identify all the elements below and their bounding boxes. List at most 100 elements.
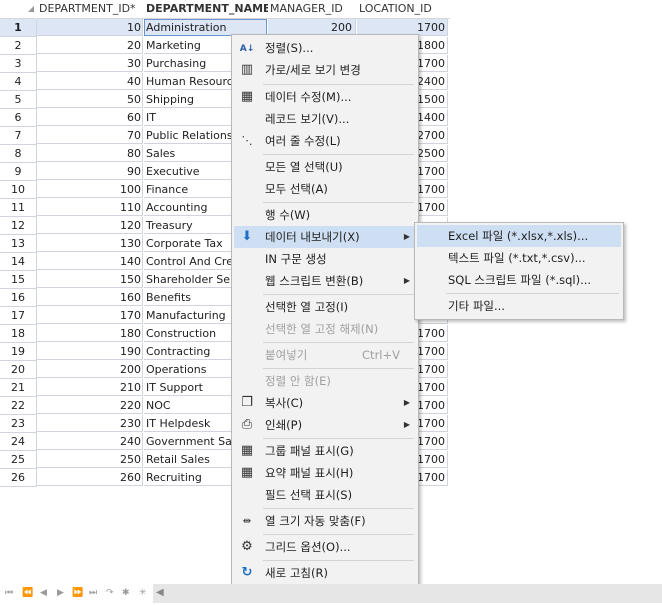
asterisk-icon[interactable]: ✱: [122, 588, 130, 598]
department-id-cell[interactable]: 260: [37, 469, 143, 486]
menu-item-show-field-chooser[interactable]: 필드 선택 표시(S): [234, 484, 416, 506]
menu-item-row-count[interactable]: 행 수(W): [234, 204, 416, 226]
menu-item-edit-data[interactable]: ▦ 데이터 수정(M)...: [234, 86, 416, 108]
export-other-item[interactable]: 기타 파일...: [417, 295, 621, 317]
menu-item-no-sort: 정렬 안 함(E): [234, 370, 416, 392]
row-number[interactable]: 8: [0, 145, 37, 163]
menu-item-view-record[interactable]: 레코드 보기(V)...: [234, 108, 416, 130]
menu-item-grid-options[interactable]: ⚙ 그리드 옵션(O)...: [234, 536, 416, 558]
refresh-nav-icon[interactable]: ↷: [106, 588, 114, 598]
department-id-cell[interactable]: 130: [37, 235, 143, 252]
department-id-cell[interactable]: 110: [37, 199, 143, 216]
corner-header[interactable]: ◢: [0, 0, 36, 19]
row-number[interactable]: 16: [0, 289, 37, 307]
department-id-cell[interactable]: 240: [37, 433, 143, 450]
last-record-icon[interactable]: ⏭: [89, 588, 97, 598]
menu-item-web-script[interactable]: 웹 스크립트 변환(B) ▶: [234, 270, 416, 292]
row-number[interactable]: 21: [0, 379, 37, 397]
department-id-cell[interactable]: 70: [37, 127, 143, 144]
row-number[interactable]: 23: [0, 415, 37, 433]
row-number[interactable]: 3: [0, 55, 37, 73]
row-number[interactable]: 11: [0, 199, 37, 217]
row-number[interactable]: 26: [0, 469, 37, 487]
menu-item-copy[interactable]: ❐ 복사(C) ▶: [234, 392, 416, 414]
menu-item-sort[interactable]: A↓ 정렬(S)...: [234, 37, 416, 59]
row-number[interactable]: 15: [0, 271, 37, 289]
department-id-cell[interactable]: 40: [37, 73, 143, 90]
row-number[interactable]: 5: [0, 91, 37, 109]
next-record-icon[interactable]: ▶: [57, 588, 64, 598]
department-id-cell[interactable]: 200: [37, 361, 143, 378]
row-number[interactable]: 19: [0, 343, 37, 361]
menu-item-refresh[interactable]: ↻ 새로 고침(R): [234, 562, 416, 584]
row-number[interactable]: 7: [0, 127, 37, 145]
menu-item-label: 레코드 보기(V)...: [265, 112, 350, 126]
department-id-cell[interactable]: 210: [37, 379, 143, 396]
gear-icon: ⚙: [241, 539, 253, 554]
prev-page-icon[interactable]: ⏪: [22, 588, 33, 598]
column-header-department-id[interactable]: DEPARTMENT_ID*: [37, 0, 145, 19]
department-id-cell[interactable]: 100: [37, 181, 143, 198]
asterisk-filter-icon[interactable]: ✳: [139, 588, 147, 598]
menu-item-label: 필드 선택 표시(S): [265, 488, 353, 502]
department-id-cell[interactable]: 90: [37, 163, 143, 180]
department-id-cell[interactable]: 20: [37, 37, 143, 54]
row-number[interactable]: 12: [0, 217, 37, 235]
department-id-cell[interactable]: 220: [37, 397, 143, 414]
menu-item-show-group-panel[interactable]: ▦ 그룹 패널 표시(G): [234, 440, 416, 462]
menu-item-label: Excel 파일 (*.xlsx,*.xls)...: [448, 229, 589, 243]
row-number[interactable]: 4: [0, 73, 37, 91]
export-excel-item[interactable]: Excel 파일 (*.xlsx,*.xls)...: [417, 225, 621, 247]
first-record-icon[interactable]: ⏮: [5, 588, 13, 598]
department-id-cell[interactable]: 60: [37, 109, 143, 126]
column-header-department-name[interactable]: DEPARTMENT_NAME*: [144, 0, 269, 19]
department-id-cell[interactable]: 170: [37, 307, 143, 324]
menu-item-multi-line-edit[interactable]: ⋱ 여러 줄 수정(L): [234, 130, 416, 152]
context-menu: A↓ 정렬(S)... ▥ 가로/세로 보기 변경 ▦ 데이터 수정(M)... 레코드 보…: [231, 34, 419, 586]
row-number[interactable]: 25: [0, 451, 37, 469]
row-number[interactable]: 2: [0, 37, 37, 55]
department-id-cell[interactable]: 80: [37, 145, 143, 162]
menu-item-freeze-column[interactable]: 선택한 열 고정(I): [234, 296, 416, 318]
row-number[interactable]: 6: [0, 109, 37, 127]
column-header-location-id[interactable]: LOCATION_ID: [357, 0, 450, 19]
row-number[interactable]: 20: [0, 361, 37, 379]
next-page-icon[interactable]: ⏩: [72, 588, 83, 598]
column-header-manager-id[interactable]: MANAGER_ID: [268, 0, 358, 19]
row-number[interactable]: 14: [0, 253, 37, 271]
horizontal-scrollbar[interactable]: ◀: [153, 584, 662, 603]
menu-item-select-all[interactable]: 모두 선택(A): [234, 178, 416, 200]
department-id-cell[interactable]: 180: [37, 325, 143, 342]
row-number[interactable]: 18: [0, 325, 37, 343]
department-id-cell[interactable]: 30: [37, 55, 143, 72]
department-id-cell[interactable]: 10: [37, 19, 143, 36]
export-sql-item[interactable]: SQL 스크립트 파일 (*.sql)...: [417, 269, 621, 291]
department-id-cell[interactable]: 250: [37, 451, 143, 468]
row-number[interactable]: 17: [0, 307, 37, 325]
menu-item-show-summary-panel[interactable]: ▦ 요약 패널 표시(H): [234, 462, 416, 484]
department-id-cell[interactable]: 190: [37, 343, 143, 360]
department-id-cell[interactable]: 160: [37, 289, 143, 306]
row-number[interactable]: 24: [0, 433, 37, 451]
menu-item-label: 열 크기 자동 맞춤(F): [265, 514, 366, 528]
department-id-cell[interactable]: 150: [37, 271, 143, 288]
row-number[interactable]: 13: [0, 235, 37, 253]
row-number[interactable]: 10: [0, 181, 37, 199]
menu-item-toggle-view[interactable]: ▥ 가로/세로 보기 변경: [234, 59, 416, 81]
row-number[interactable]: 1: [0, 19, 37, 37]
row-number[interactable]: 9: [0, 163, 37, 181]
submenu-arrow-icon: ▶: [403, 398, 410, 407]
department-id-cell[interactable]: 230: [37, 415, 143, 432]
menu-item-export-data[interactable]: ⬇ 데이터 내보내기(X) ▶: [234, 226, 416, 248]
menu-item-autofit-columns[interactable]: ⇹ 열 크기 자동 맞춤(F): [234, 510, 416, 532]
menu-item-print[interactable]: ⎙ 인쇄(P) ▶: [234, 414, 416, 436]
department-id-cell[interactable]: 120: [37, 217, 143, 234]
export-text-item[interactable]: 텍스트 파일 (*.txt,*.csv)...: [417, 247, 621, 269]
department-id-cell[interactable]: 140: [37, 253, 143, 270]
row-number[interactable]: 22: [0, 397, 37, 415]
menu-item-generate-in-clause[interactable]: IN 구문 생성: [234, 248, 416, 270]
department-id-cell[interactable]: 50: [37, 91, 143, 108]
prev-record-icon[interactable]: ◀: [40, 588, 47, 598]
scroll-left-icon[interactable]: ◀: [156, 587, 164, 598]
menu-item-select-all-columns[interactable]: 모든 열 선택(U): [234, 156, 416, 178]
